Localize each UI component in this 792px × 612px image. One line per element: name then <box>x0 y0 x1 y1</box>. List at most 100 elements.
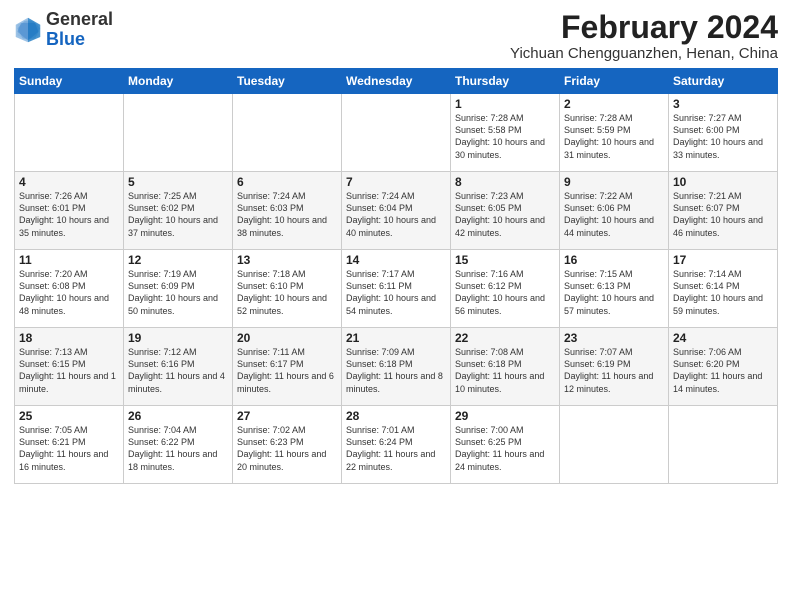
cell-w2-d3: 6Sunrise: 7:24 AMSunset: 6:03 PMDaylight… <box>233 172 342 250</box>
col-monday: Monday <box>124 69 233 94</box>
cell-info: Sunrise: 7:15 AMSunset: 6:13 PMDaylight:… <box>564 268 664 317</box>
cell-info: Sunrise: 7:19 AMSunset: 6:09 PMDaylight:… <box>128 268 228 317</box>
cell-w4-d2: 19Sunrise: 7:12 AMSunset: 6:16 PMDayligh… <box>124 328 233 406</box>
cell-w1-d1 <box>15 94 124 172</box>
logo-blue: Blue <box>46 29 85 49</box>
cell-info: Sunrise: 7:20 AMSunset: 6:08 PMDaylight:… <box>19 268 119 317</box>
cell-info: Sunrise: 7:08 AMSunset: 6:18 PMDaylight:… <box>455 346 555 395</box>
day-number: 3 <box>673 97 773 111</box>
day-number: 16 <box>564 253 664 267</box>
cell-info: Sunrise: 7:12 AMSunset: 6:16 PMDaylight:… <box>128 346 228 395</box>
week-row-2: 4Sunrise: 7:26 AMSunset: 6:01 PMDaylight… <box>15 172 778 250</box>
day-number: 22 <box>455 331 555 345</box>
header-row: Sunday Monday Tuesday Wednesday Thursday… <box>15 69 778 94</box>
calendar-table: Sunday Monday Tuesday Wednesday Thursday… <box>14 68 778 484</box>
day-number: 20 <box>237 331 337 345</box>
cell-w2-d4: 7Sunrise: 7:24 AMSunset: 6:04 PMDaylight… <box>342 172 451 250</box>
day-number: 4 <box>19 175 119 189</box>
day-number: 13 <box>237 253 337 267</box>
day-number: 1 <box>455 97 555 111</box>
cell-w3-d1: 11Sunrise: 7:20 AMSunset: 6:08 PMDayligh… <box>15 250 124 328</box>
cell-w3-d4: 14Sunrise: 7:17 AMSunset: 6:11 PMDayligh… <box>342 250 451 328</box>
cell-w5-d6 <box>560 406 669 484</box>
cell-info: Sunrise: 7:00 AMSunset: 6:25 PMDaylight:… <box>455 424 555 473</box>
cell-w5-d5: 29Sunrise: 7:00 AMSunset: 6:25 PMDayligh… <box>451 406 560 484</box>
cell-w5-d1: 25Sunrise: 7:05 AMSunset: 6:21 PMDayligh… <box>15 406 124 484</box>
day-number: 7 <box>346 175 446 189</box>
cell-info: Sunrise: 7:22 AMSunset: 6:06 PMDaylight:… <box>564 190 664 239</box>
week-row-1: 1Sunrise: 7:28 AMSunset: 5:58 PMDaylight… <box>15 94 778 172</box>
cell-info: Sunrise: 7:07 AMSunset: 6:19 PMDaylight:… <box>564 346 664 395</box>
col-saturday: Saturday <box>669 69 778 94</box>
title-block: February 2024 Yichuan Chengguanzhen, Hen… <box>510 10 778 62</box>
day-number: 26 <box>128 409 228 423</box>
cell-info: Sunrise: 7:26 AMSunset: 6:01 PMDaylight:… <box>19 190 119 239</box>
cell-w3-d2: 12Sunrise: 7:19 AMSunset: 6:09 PMDayligh… <box>124 250 233 328</box>
logo: General Blue <box>14 10 113 50</box>
day-number: 15 <box>455 253 555 267</box>
cell-w2-d7: 10Sunrise: 7:21 AMSunset: 6:07 PMDayligh… <box>669 172 778 250</box>
cell-info: Sunrise: 7:27 AMSunset: 6:00 PMDaylight:… <box>673 112 773 161</box>
cell-info: Sunrise: 7:18 AMSunset: 6:10 PMDaylight:… <box>237 268 337 317</box>
month-year: February 2024 <box>510 10 778 45</box>
cell-w1-d5: 1Sunrise: 7:28 AMSunset: 5:58 PMDaylight… <box>451 94 560 172</box>
cell-w1-d7: 3Sunrise: 7:27 AMSunset: 6:00 PMDaylight… <box>669 94 778 172</box>
cell-w1-d6: 2Sunrise: 7:28 AMSunset: 5:59 PMDaylight… <box>560 94 669 172</box>
cell-info: Sunrise: 7:17 AMSunset: 6:11 PMDaylight:… <box>346 268 446 317</box>
cell-w1-d2 <box>124 94 233 172</box>
day-number: 6 <box>237 175 337 189</box>
cell-w1-d3 <box>233 94 342 172</box>
week-row-5: 25Sunrise: 7:05 AMSunset: 6:21 PMDayligh… <box>15 406 778 484</box>
day-number: 29 <box>455 409 555 423</box>
day-number: 2 <box>564 97 664 111</box>
day-number: 18 <box>19 331 119 345</box>
logo-general: General <box>46 9 113 29</box>
cell-w4-d4: 21Sunrise: 7:09 AMSunset: 6:18 PMDayligh… <box>342 328 451 406</box>
cell-w3-d7: 17Sunrise: 7:14 AMSunset: 6:14 PMDayligh… <box>669 250 778 328</box>
day-number: 5 <box>128 175 228 189</box>
logo-text: General Blue <box>46 10 113 50</box>
day-number: 17 <box>673 253 773 267</box>
cell-info: Sunrise: 7:24 AMSunset: 6:03 PMDaylight:… <box>237 190 337 239</box>
header: General Blue February 2024 Yichuan Cheng… <box>14 10 778 62</box>
logo-icon <box>14 16 42 44</box>
cell-info: Sunrise: 7:16 AMSunset: 6:12 PMDaylight:… <box>455 268 555 317</box>
cell-info: Sunrise: 7:28 AMSunset: 5:59 PMDaylight:… <box>564 112 664 161</box>
cell-w5-d3: 27Sunrise: 7:02 AMSunset: 6:23 PMDayligh… <box>233 406 342 484</box>
cell-w4-d1: 18Sunrise: 7:13 AMSunset: 6:15 PMDayligh… <box>15 328 124 406</box>
cell-w2-d1: 4Sunrise: 7:26 AMSunset: 6:01 PMDaylight… <box>15 172 124 250</box>
cell-w2-d6: 9Sunrise: 7:22 AMSunset: 6:06 PMDaylight… <box>560 172 669 250</box>
cell-info: Sunrise: 7:05 AMSunset: 6:21 PMDaylight:… <box>19 424 119 473</box>
day-number: 28 <box>346 409 446 423</box>
day-number: 8 <box>455 175 555 189</box>
cell-info: Sunrise: 7:01 AMSunset: 6:24 PMDaylight:… <box>346 424 446 473</box>
cell-info: Sunrise: 7:11 AMSunset: 6:17 PMDaylight:… <box>237 346 337 395</box>
cell-info: Sunrise: 7:24 AMSunset: 6:04 PMDaylight:… <box>346 190 446 239</box>
col-friday: Friday <box>560 69 669 94</box>
cell-w3-d5: 15Sunrise: 7:16 AMSunset: 6:12 PMDayligh… <box>451 250 560 328</box>
cell-w4-d6: 23Sunrise: 7:07 AMSunset: 6:19 PMDayligh… <box>560 328 669 406</box>
col-tuesday: Tuesday <box>233 69 342 94</box>
cell-w3-d3: 13Sunrise: 7:18 AMSunset: 6:10 PMDayligh… <box>233 250 342 328</box>
cell-info: Sunrise: 7:28 AMSunset: 5:58 PMDaylight:… <box>455 112 555 161</box>
week-row-4: 18Sunrise: 7:13 AMSunset: 6:15 PMDayligh… <box>15 328 778 406</box>
day-number: 19 <box>128 331 228 345</box>
location: Yichuan Chengguanzhen, Henan, China <box>510 45 778 62</box>
cell-w2-d5: 8Sunrise: 7:23 AMSunset: 6:05 PMDaylight… <box>451 172 560 250</box>
cell-info: Sunrise: 7:04 AMSunset: 6:22 PMDaylight:… <box>128 424 228 473</box>
week-row-3: 11Sunrise: 7:20 AMSunset: 6:08 PMDayligh… <box>15 250 778 328</box>
cell-w5-d7 <box>669 406 778 484</box>
day-number: 11 <box>19 253 119 267</box>
day-number: 12 <box>128 253 228 267</box>
page: General Blue February 2024 Yichuan Cheng… <box>0 0 792 612</box>
cell-info: Sunrise: 7:21 AMSunset: 6:07 PMDaylight:… <box>673 190 773 239</box>
cell-w1-d4 <box>342 94 451 172</box>
cell-info: Sunrise: 7:23 AMSunset: 6:05 PMDaylight:… <box>455 190 555 239</box>
cell-info: Sunrise: 7:13 AMSunset: 6:15 PMDaylight:… <box>19 346 119 395</box>
cell-w5-d4: 28Sunrise: 7:01 AMSunset: 6:24 PMDayligh… <box>342 406 451 484</box>
day-number: 9 <box>564 175 664 189</box>
day-number: 14 <box>346 253 446 267</box>
cell-w4-d5: 22Sunrise: 7:08 AMSunset: 6:18 PMDayligh… <box>451 328 560 406</box>
cell-info: Sunrise: 7:14 AMSunset: 6:14 PMDaylight:… <box>673 268 773 317</box>
cell-w2-d2: 5Sunrise: 7:25 AMSunset: 6:02 PMDaylight… <box>124 172 233 250</box>
